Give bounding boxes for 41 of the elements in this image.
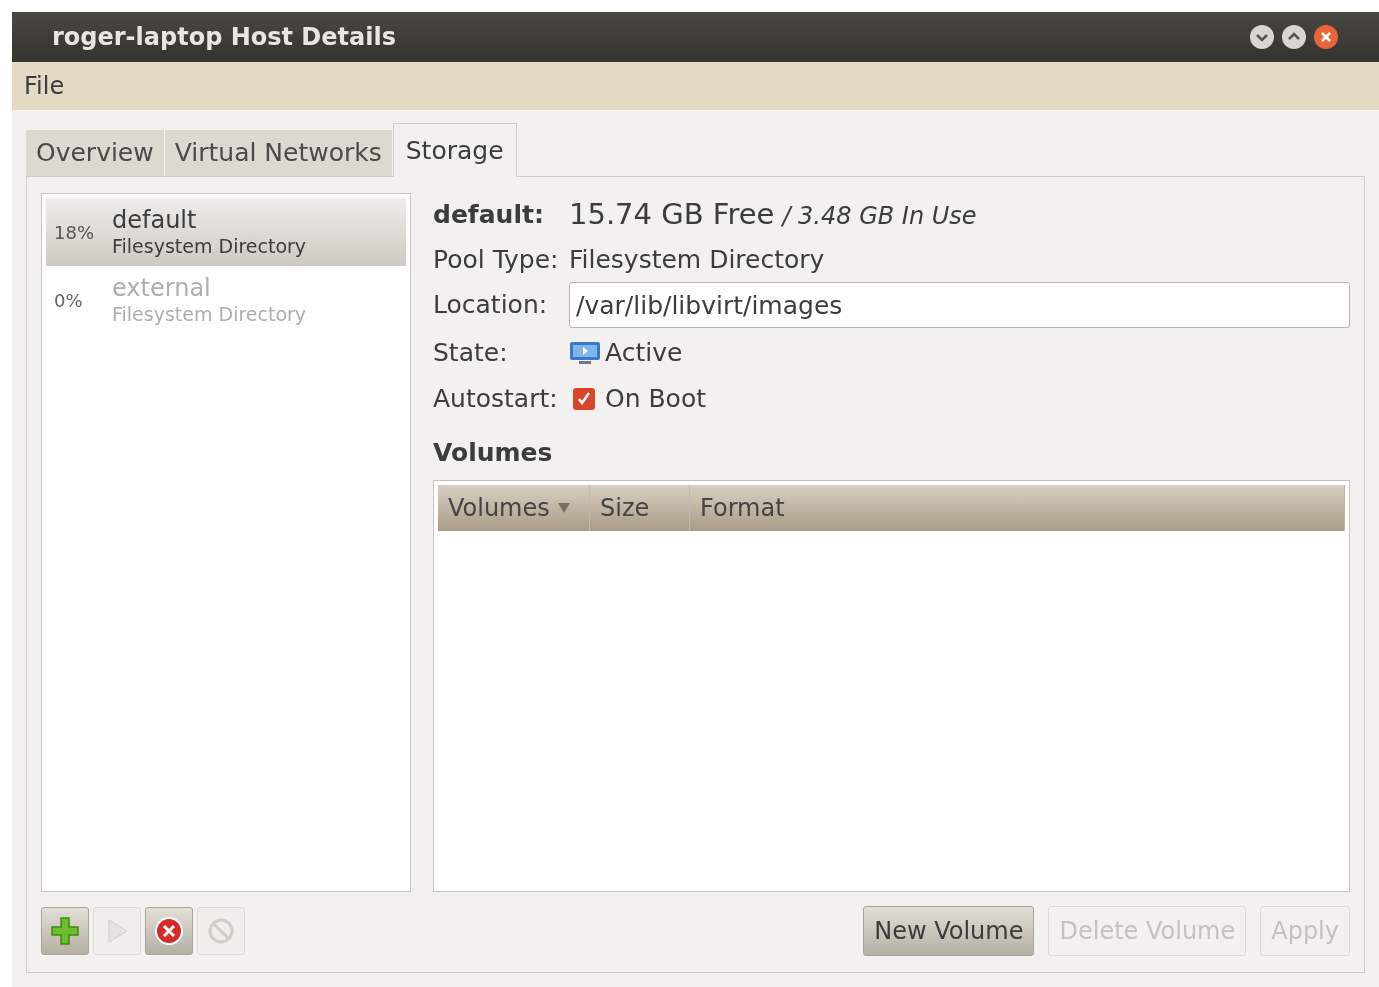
pool-name-label: default: [433,199,545,231]
checkmark-icon [576,391,592,407]
tab[interactable]: Virtual Networks [164,130,393,176]
minimize-icon[interactable] [1249,24,1275,50]
pool-name: default [112,205,198,236]
state-value: Active [605,337,683,370]
menu-item[interactable]: File [22,68,67,104]
field-label: State: [433,337,509,370]
close-icon[interactable] [1313,24,1339,50]
stop-icon [154,916,184,946]
pool-name: external [112,273,212,304]
autostart-label: On Boot [605,383,706,416]
pool-add-button[interactable] [41,907,89,955]
free-space: 15.74 GB Free [569,196,775,233]
pool-stop-button[interactable] [145,907,193,955]
play-icon [105,918,129,944]
autostart-checkbox[interactable] [573,388,595,410]
field-label: Autostart: [433,383,559,416]
pool-row[interactable]: 0% external Filesystem Directory [46,266,406,334]
field-label: Location: [433,289,549,322]
pool-type: Filesystem Directory [112,235,307,259]
action-button[interactable]: New Volume [863,906,1035,956]
field-label: Pool Type: [433,243,560,276]
column-header[interactable]: Size [590,484,690,531]
maximize-icon[interactable] [1281,24,1307,50]
sort-arrow-icon [557,502,570,513]
in-use-space: / 3.48 GB In Use [782,201,977,232]
pool-type: Filesystem Directory [112,303,307,327]
section-heading: Volumes [433,437,554,469]
column-header[interactable]: Format [690,484,1345,531]
usage-percent: 0% [54,288,84,313]
window-title: roger-laptop Host Details [52,22,396,53]
tab[interactable]: Overview [26,130,165,176]
forbidden-icon [207,917,235,945]
tab[interactable]: Storage [392,123,517,177]
usage-percent: 18% [54,220,95,245]
location-field[interactable]: /var/lib/libvirt/images [569,282,1350,328]
monitor-icon [569,340,601,366]
pool-type-value: Filesystem Directory [569,243,826,276]
column-header[interactable]: Volumes [438,484,590,531]
plus-icon [50,916,80,946]
